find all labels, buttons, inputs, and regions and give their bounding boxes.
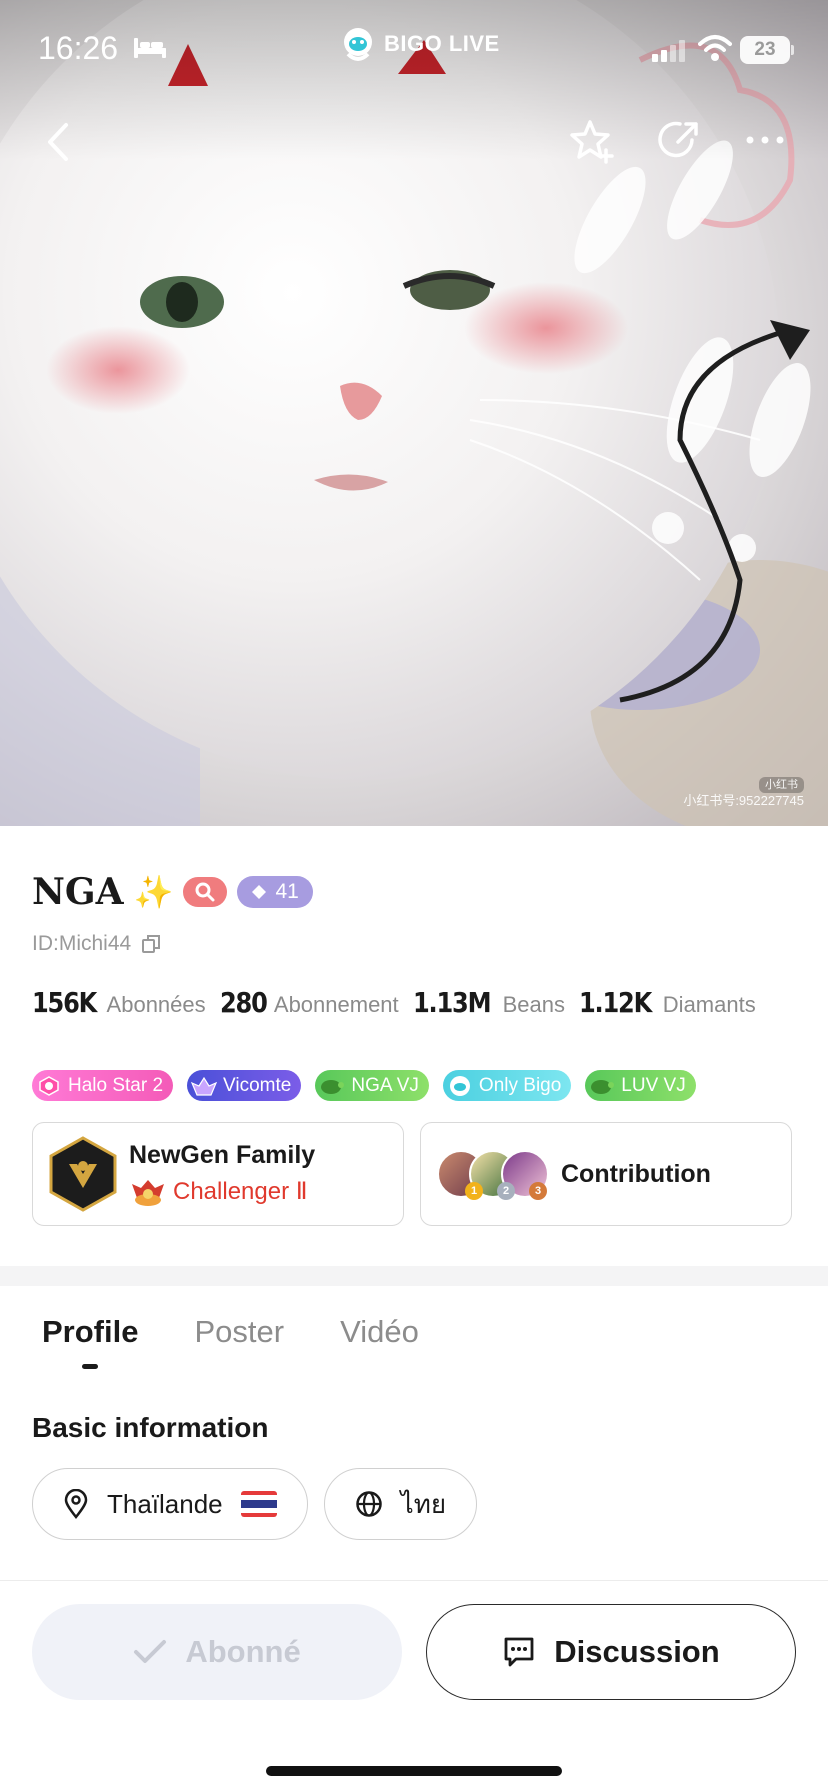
halo-star-icon — [36, 1073, 62, 1099]
share-arrow-icon — [658, 121, 698, 158]
language-label: ไทย — [400, 1488, 447, 1519]
challenger-rank-icon — [132, 1179, 164, 1206]
following-label[interactable]: Abonnement — [274, 992, 399, 1018]
thailand-flag-icon — [240, 1491, 277, 1517]
turtle-icon — [589, 1073, 615, 1099]
globe-icon — [355, 1491, 382, 1517]
family-rank: Challenger Ⅱ — [129, 1176, 315, 1208]
chevron-left-icon — [48, 123, 68, 161]
level-value: 41 — [275, 880, 299, 903]
more-dots-icon — [746, 136, 784, 144]
badge-label: Only Bigo — [478, 1074, 562, 1096]
search-icon — [195, 882, 215, 902]
share-button[interactable] — [656, 114, 704, 166]
tab-label: Profile — [42, 1314, 139, 1349]
home-indicator[interactable] — [266, 1766, 562, 1776]
contribution-label: Contribution — [561, 1159, 711, 1188]
tab-profile[interactable]: Profile — [42, 1314, 138, 1370]
badge-label: LUV VJ — [621, 1074, 686, 1096]
level-badge[interactable]: 41 — [237, 876, 313, 908]
family-name: NewGen Family — [129, 1140, 316, 1169]
tab-video[interactable]: Vidéo — [340, 1314, 419, 1370]
copy-icon[interactable] — [141, 934, 161, 954]
tab-label: Vidéo — [340, 1314, 419, 1349]
following-count: 280 — [219, 986, 268, 1019]
followers-label[interactable]: Abonnées — [107, 992, 206, 1018]
diamond-icon — [252, 885, 267, 899]
badge-label: Halo Star 2 — [68, 1074, 164, 1096]
diamonds-label: Diamants — [662, 992, 756, 1017]
discussion-button[interactable]: Discussion — [426, 1604, 796, 1700]
wifi-icon — [698, 35, 732, 61]
rank-medal: 1 — [465, 1182, 483, 1200]
profile-name-row: NGA ✨ 41 — [32, 868, 313, 916]
turtle-icon — [319, 1073, 345, 1099]
active-tab-indicator — [82, 1364, 98, 1369]
location-label: Thaïlande — [107, 1488, 223, 1519]
search-badge[interactable] — [183, 877, 228, 907]
basic-info-heading: Basic information — [32, 1412, 269, 1443]
badge-label: Vicomte — [223, 1074, 292, 1096]
location-chip[interactable]: Thaïlande — [32, 1468, 308, 1540]
beans-label: Beans — [502, 992, 565, 1017]
more-options-button[interactable] — [742, 120, 788, 160]
badge-label: NGA VJ — [351, 1074, 419, 1096]
user-id: ID:Michi44 — [32, 932, 132, 955]
status-bar: 16:26 BIGO LIVE 23 — [0, 0, 828, 100]
rank-medal: 2 — [497, 1182, 515, 1200]
status-time: 16:26 — [38, 30, 119, 66]
add-favorite-button[interactable] — [566, 114, 618, 166]
user-id-row: ID:Michi44 — [32, 932, 161, 956]
bigo-mascot-icon — [447, 1073, 473, 1099]
watermark-logo: 小红书 — [759, 776, 804, 794]
app-brand-name: BIGO LIVE — [384, 31, 500, 56]
family-rank-label: Challenger Ⅱ — [173, 1178, 308, 1205]
badge-only-bigo[interactable]: Only Bigo — [442, 1070, 572, 1101]
followers-count: 156K — [32, 986, 97, 1019]
app-brand: BIGO LIVE — [340, 24, 500, 64]
beans-count: 1.13M — [412, 986, 492, 1019]
tab-label: Poster — [194, 1314, 285, 1349]
star-plus-icon — [570, 120, 614, 164]
profile-name: NGA — [32, 871, 124, 913]
subscribed-button[interactable]: Abonné — [32, 1604, 402, 1700]
profile-tabs: Profile Poster Vidéo — [42, 1314, 419, 1370]
tab-poster[interactable]: Poster — [194, 1314, 284, 1370]
rank-medal: 3 — [529, 1182, 547, 1200]
chat-bubble-icon — [504, 1637, 534, 1667]
basic-info-chips: Thaïlande ไทย — [32, 1468, 478, 1540]
subscribed-label: Abonné — [185, 1634, 301, 1669]
sparkle-emoji: ✨ — [133, 874, 174, 910]
top-contributors: 1 2 3 — [437, 1144, 549, 1204]
badge-vicomte[interactable]: Vicomte — [187, 1070, 302, 1101]
location-pin-icon — [64, 1489, 88, 1519]
discussion-label: Discussion — [554, 1634, 720, 1669]
bottom-separator — [0, 1580, 828, 1581]
badge-luv-vj[interactable]: LUV VJ — [585, 1070, 696, 1101]
back-button[interactable] — [36, 116, 80, 168]
badge-halo-star[interactable]: Halo Star 2 — [32, 1070, 174, 1101]
badges-row: Halo Star 2 Vicomte NGA VJ Only Bigo LUV… — [32, 1070, 696, 1102]
watermark-text: 小红书号:952227745 — [683, 793, 804, 809]
info-cards: NewGen Family Challenger Ⅱ 1 2 3 Contrib… — [32, 1122, 792, 1226]
language-chip[interactable]: ไทย — [323, 1468, 478, 1540]
bigo-logo-icon — [344, 28, 372, 61]
sleep-focus-icon — [134, 38, 166, 58]
stats-row: 156K Abonnées 280 Abonnement 1.13M Beans… — [32, 986, 770, 1028]
vicomte-crest-icon — [191, 1073, 218, 1099]
family-logo-icon — [49, 1136, 117, 1212]
battery-indicator: 23 — [740, 36, 794, 64]
badge-nga-vj[interactable]: NGA VJ — [315, 1070, 429, 1101]
cellular-signal-icon — [652, 40, 685, 62]
section-divider — [0, 1266, 828, 1286]
family-card[interactable]: NewGen Family Challenger Ⅱ — [32, 1122, 404, 1226]
image-watermark: 小红书 小红书号:952227745 — [683, 776, 804, 810]
contribution-card[interactable]: 1 2 3 Contribution — [420, 1122, 792, 1226]
checkmark-icon — [134, 1640, 167, 1663]
battery-level: 23 — [754, 39, 776, 60]
diamonds-count: 1.12K — [579, 986, 652, 1019]
